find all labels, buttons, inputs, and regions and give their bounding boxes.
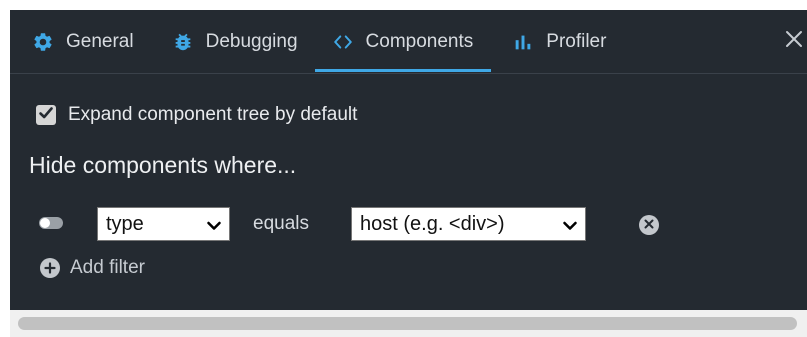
filter-value-selected: host (e.g. <div>) [360,212,505,235]
expand-tree-setting: Expand component tree by default [36,104,357,126]
filter-field-select[interactable]: type [97,207,230,241]
filter-enabled-toggle[interactable] [39,217,63,229]
toggle-knob [40,218,50,228]
filter-field-value: type [106,212,144,235]
tab-label: Profiler [546,30,607,52]
add-filter-button[interactable]: Add filter [40,257,145,279]
settings-tab-bar: General Debugging Components Profiler [10,10,807,74]
tab-label: Debugging [205,30,298,52]
expand-tree-checkbox[interactable] [36,105,56,125]
scrollbar-thumb[interactable] [18,317,797,330]
remove-circle-icon [644,216,654,234]
checkmark-icon [38,105,54,126]
tab-profiler[interactable]: Profiler [491,10,622,74]
horizontal-scrollbar[interactable] [10,310,807,337]
expand-tree-label: Expand component tree by default [68,104,358,125]
chevron-down-icon [562,217,578,233]
plus-circle-icon [40,258,60,278]
filter-value-select[interactable]: host (e.g. <div>) [351,207,586,241]
add-filter-label: Add filter [70,257,145,278]
tab-label: General [66,30,134,52]
components-settings: Expand component tree by default Hide co… [10,74,807,310]
tab-general[interactable]: General [10,10,153,74]
hide-components-heading: Hide components where... [29,152,297,178]
bar-chart-icon [512,31,534,53]
close-button[interactable] [781,28,807,54]
filter-row: type equals host (e.g. <div>) [10,204,807,244]
filter-operator: equals [253,213,309,234]
tab-components[interactable]: Components [314,10,492,74]
bug-icon [172,31,194,53]
settings-panel: General Debugging Components Profiler Ex… [10,10,807,310]
gear-icon [32,31,54,53]
tab-debugging[interactable]: Debugging [153,10,315,74]
active-tab-indicator [314,68,492,72]
remove-filter-button[interactable] [639,215,659,235]
close-icon [785,30,803,53]
chevron-down-icon [206,217,222,233]
tab-label: Components [365,30,474,52]
code-brackets-icon [332,31,354,53]
